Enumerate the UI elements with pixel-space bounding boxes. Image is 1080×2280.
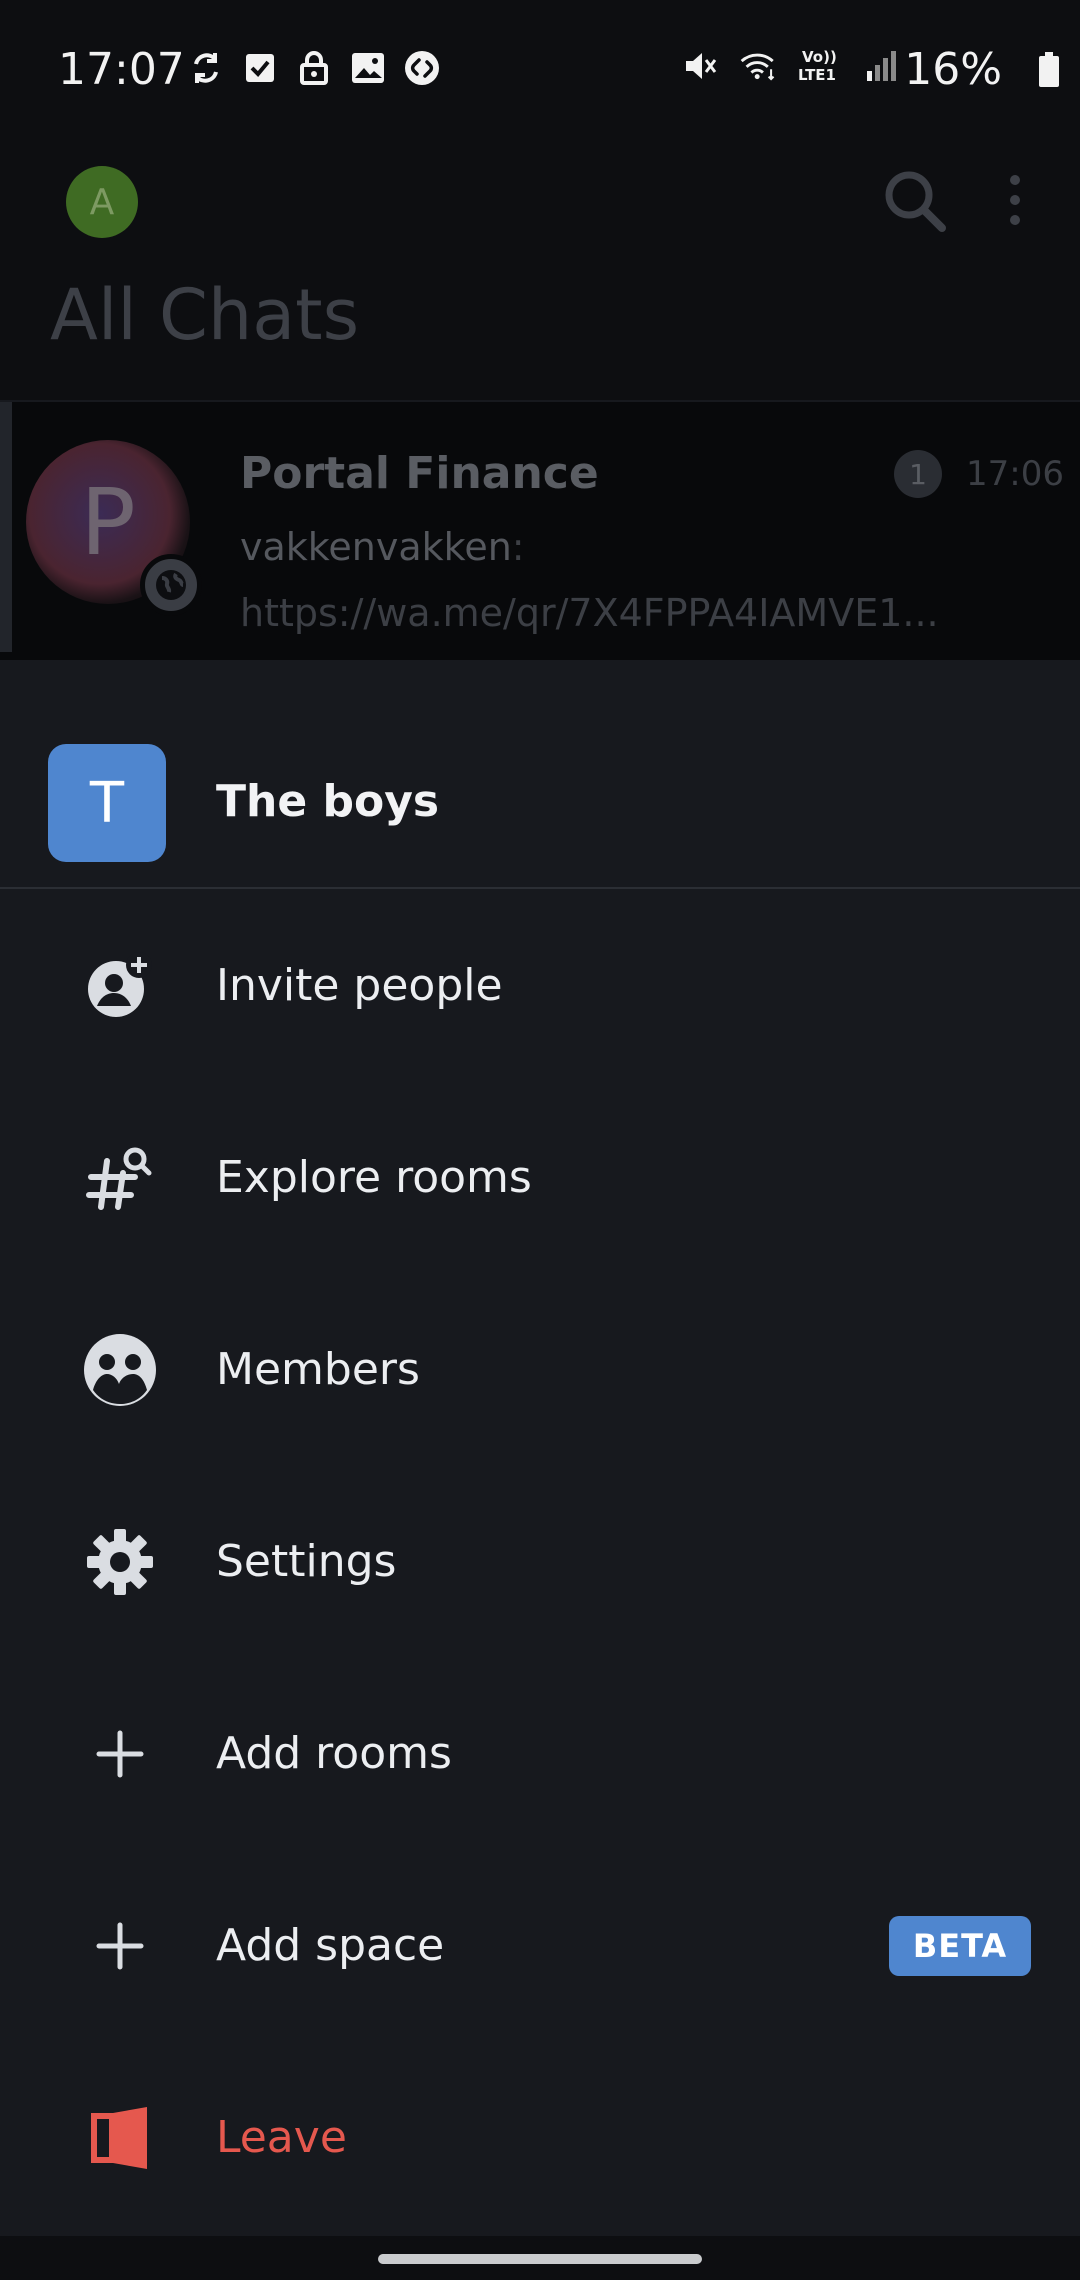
chat-timestamp: 17:06 [966,454,1064,494]
mute-icon [682,48,718,84]
space-avatar: T [48,744,166,862]
chat-avatar-letter: P [80,468,136,576]
unread-badge: 1 [894,450,942,498]
check-box-icon [242,50,278,86]
status-bar: 17:07 Vo)) LTE1 16% [0,0,1080,140]
plus-icon [82,1908,158,1984]
shazam-icon [404,50,440,86]
lock-icon [296,50,332,86]
wifi-icon [740,48,776,84]
space-menu-sheet: T The boys Invite people Explore rooms M… [0,672,1080,2236]
menu-invite-people[interactable]: Invite people [0,890,1080,1082]
app-header: A All Chats [0,140,1080,400]
globe-icon [140,554,202,616]
menu-add-space[interactable]: Add space BETA [0,1850,1080,2042]
navigation-bar [0,2236,1080,2280]
battery-icon [1038,52,1060,88]
menu-label: Settings [216,1536,397,1587]
search-icon[interactable] [880,166,950,236]
space-name: The boys [216,776,440,827]
members-icon [82,1332,158,1408]
menu-label: Members [216,1344,420,1395]
battery-percent: 16% [904,44,1002,95]
plus-icon [82,1716,158,1792]
leave-icon [82,2100,158,2176]
volte-icon: Vo)) LTE1 [798,48,842,84]
explore-rooms-icon [82,1140,158,1216]
menu-label: Leave [216,2112,347,2163]
menu-add-rooms[interactable]: Add rooms [0,1658,1080,1850]
menu-explore-rooms[interactable]: Explore rooms [0,1082,1080,1274]
menu-label: Invite people [216,960,503,1011]
invite-people-icon [82,948,158,1024]
beta-badge: BETA [889,1916,1031,1976]
menu-members[interactable]: Members [0,1274,1080,1466]
page-title: All Chats [50,274,360,356]
sync-icon [188,50,224,86]
home-gesture-handle[interactable] [378,2254,702,2264]
svg-text:LTE1: LTE1 [798,66,836,84]
status-time: 17:07 [58,44,185,95]
selected-indicator [0,402,12,652]
menu-leave[interactable]: Leave [0,2042,1080,2234]
menu-label: Explore rooms [216,1152,532,1203]
svg-text:Vo)): Vo)) [802,48,837,66]
user-avatar[interactable]: A [66,166,138,238]
chat-sender: vakkenvakken [240,525,512,569]
menu-settings[interactable]: Settings [0,1466,1080,1658]
notification-icons [188,50,440,86]
image-icon [350,50,386,86]
gear-icon [82,1524,158,1600]
chat-preview: vakkenvakken: https://wa.me/qr/7X4FPPA4I… [240,514,939,646]
more-options-icon[interactable] [1000,170,1030,230]
menu-label: Add space [216,1920,445,1971]
chat-name: Portal Finance [240,448,599,499]
signal-icon [864,48,900,84]
chat-list-item[interactable]: P Portal Finance vakkenvakken: https://w… [0,402,1080,660]
menu-label: Add rooms [216,1728,452,1779]
system-icons: Vo)) LTE1 [682,48,900,84]
space-header: T The boys [0,672,1080,889]
